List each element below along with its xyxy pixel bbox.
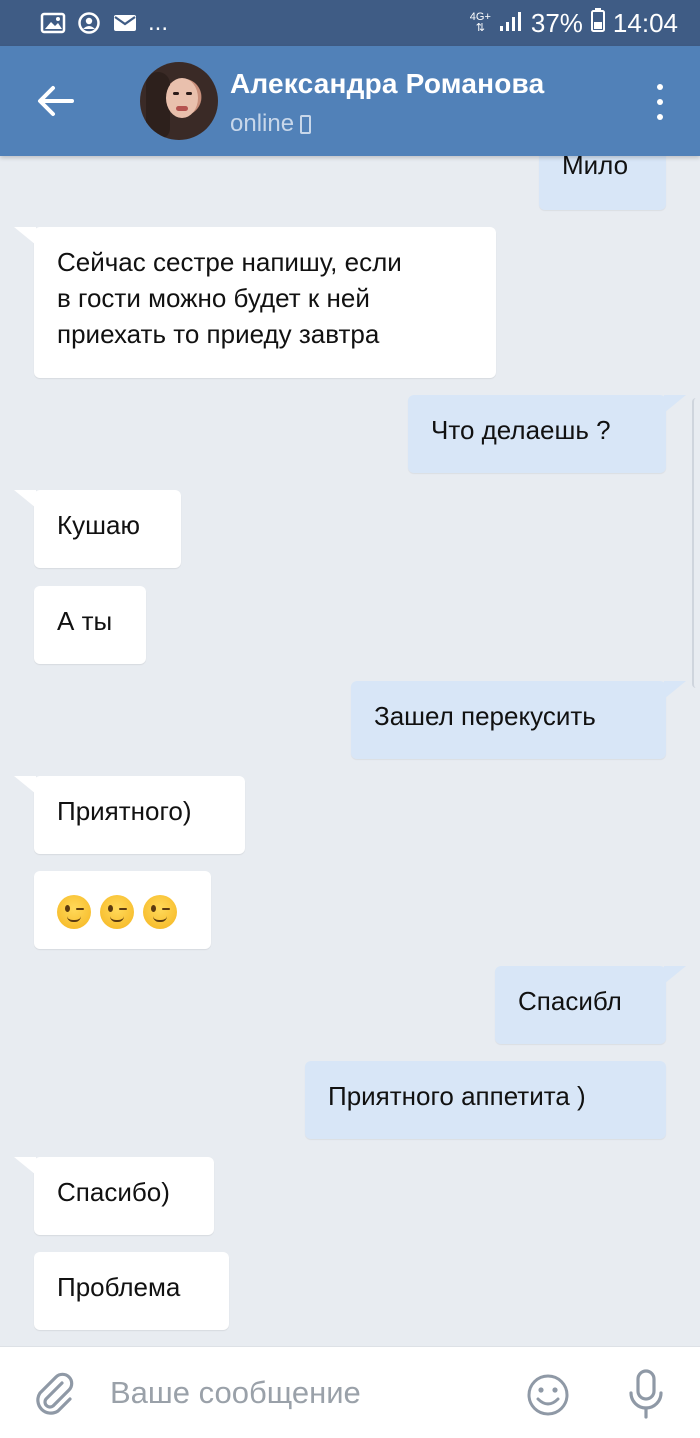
back-arrow-icon (38, 86, 74, 116)
image-notification-icon (40, 12, 66, 34)
voice-message-button[interactable] (622, 1367, 670, 1421)
message-incoming[interactable]: Проблема (34, 1252, 229, 1330)
back-button[interactable] (30, 76, 80, 126)
emoji-icon (527, 1374, 569, 1416)
message-incoming[interactable]: Сейчас сестре напишу, если в гости можно… (14, 227, 496, 378)
message-text: Приятного аппетита ) (328, 1081, 586, 1111)
notification-icons: ... (40, 9, 168, 37)
message-incoming[interactable]: Спасибо) (14, 1157, 214, 1235)
wink-emoji (143, 895, 177, 930)
message-outgoing[interactable]: Зашел перекусить (351, 681, 686, 759)
message-outgoing[interactable]: Приятного аппетита ) (305, 1061, 666, 1139)
more-dot-icon (657, 84, 663, 90)
more-dot-icon (657, 114, 663, 120)
compose-bar (0, 1346, 700, 1438)
message-text: Проблема (57, 1272, 181, 1302)
message-outgoing[interactable]: Спасибл (495, 966, 686, 1044)
mobile-device-icon (300, 114, 312, 134)
data-arrows-icon: ⇅ (475, 22, 485, 34)
chat-header: Александра Романова online (0, 46, 700, 156)
message-text-line: Сейчас сестре напишу, если (57, 247, 402, 277)
message-text: Приятного) (57, 796, 192, 826)
contact-name[interactable]: Александра Романова (230, 68, 544, 100)
emoji-button[interactable] (524, 1371, 572, 1419)
message-text: Кушаю (57, 510, 140, 540)
message-incoming[interactable]: Приятного) (14, 776, 245, 854)
more-options-button[interactable] (650, 84, 670, 120)
avatar[interactable] (140, 62, 218, 140)
online-status-text: online (230, 110, 295, 137)
account-notification-icon (76, 12, 102, 34)
message-text: А ты (57, 606, 113, 636)
signal-icon (499, 8, 523, 39)
network-indicator: 4G+ ⇅ (470, 12, 491, 34)
message-incoming[interactable] (34, 871, 211, 949)
message-incoming[interactable]: Кушаю (14, 490, 181, 568)
message-text-line: приехать то приеду завтра (57, 319, 380, 349)
message-text: Зашел перекусить (374, 701, 596, 731)
message-text: Что делаешь ? (431, 415, 611, 445)
microphone-icon (629, 1369, 663, 1419)
battery-icon (590, 7, 605, 39)
wink-emoji (57, 895, 91, 930)
message-incoming[interactable]: А ты (34, 586, 146, 664)
wink-emoji (100, 895, 134, 930)
more-notifications: ... (148, 9, 169, 36)
message-text: Спасибл (518, 986, 622, 1016)
message-outgoing[interactable]: Что делаешь ? (408, 395, 686, 473)
attach-button[interactable] (32, 1371, 78, 1417)
scrollbar[interactable] (692, 398, 700, 688)
paperclip-icon (36, 1372, 74, 1415)
status-bar: ... 4G+ ⇅ 37% 14:04 (0, 0, 700, 46)
battery-level: 37% (530, 7, 583, 38)
more-dot-icon (657, 99, 663, 105)
contact-status: online (230, 110, 312, 138)
system-status: 4G+ ⇅ 37% 14:04 (470, 7, 678, 39)
message-text: Спасибо) (57, 1177, 170, 1207)
message-input[interactable] (110, 1373, 490, 1413)
message-text-line: в гости можно будет к ней (57, 283, 370, 313)
mail-notification-icon (112, 12, 138, 34)
clock: 14:04 (612, 7, 678, 38)
